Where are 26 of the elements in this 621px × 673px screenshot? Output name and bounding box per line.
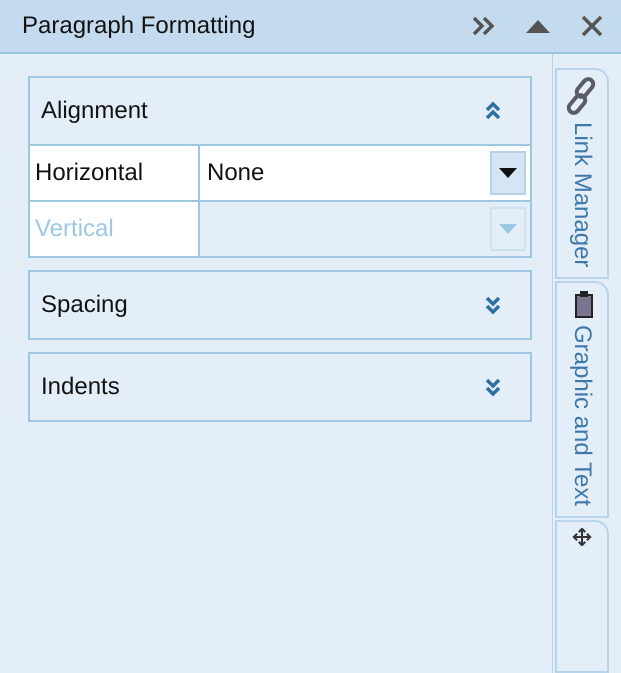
dropdown-value: None [207, 158, 266, 188]
triangle-up-icon[interactable] [525, 18, 551, 34]
section-header[interactable]: Indents [30, 354, 530, 420]
property-label: Vertical [30, 202, 200, 256]
double-chevron-icon[interactable] [471, 15, 497, 37]
section-title: Alignment [41, 96, 149, 126]
collapse-icon[interactable] [484, 100, 502, 122]
section-title: Spacing [41, 290, 129, 320]
close-icon[interactable] [581, 15, 603, 37]
section-header[interactable]: Spacing [30, 272, 530, 338]
caret-icon [499, 224, 517, 234]
section-header[interactable]: Alignment [30, 78, 530, 144]
window-title: Paragraph Formatting [22, 11, 256, 41]
expand-icon[interactable] [484, 376, 502, 398]
tab-label: Graphic and Text [568, 325, 597, 506]
dropdown-field[interactable]: None [200, 146, 530, 200]
caret-icon [499, 168, 517, 178]
side-tab[interactable]: Link Manager [555, 68, 609, 280]
section-title: Indents [41, 372, 121, 402]
chain-link-icon [566, 76, 598, 116]
tab-label: Link Manager [568, 122, 597, 268]
side-tab[interactable]: Graphic and Text [555, 281, 609, 518]
move-icon [571, 528, 593, 546]
dropdown-arrow-button[interactable] [490, 151, 526, 195]
property-label: Horizontal [30, 146, 200, 200]
expand-icon[interactable] [484, 294, 502, 316]
